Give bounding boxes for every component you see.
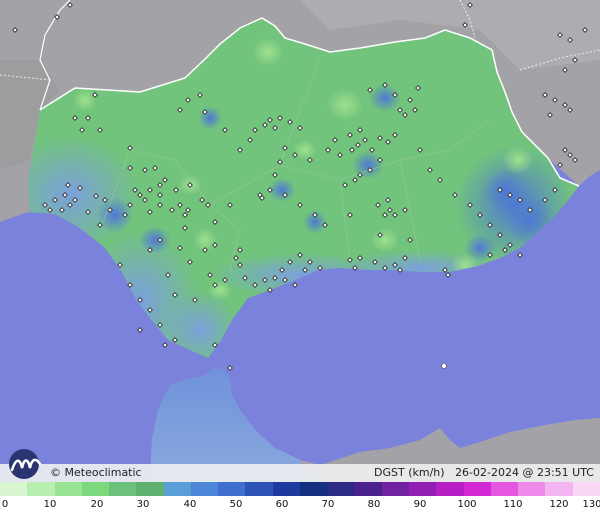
legend-swatch <box>545 482 573 496</box>
legend-tick-label: 60 <box>275 499 289 510</box>
legend-swatch <box>518 482 546 496</box>
legend-swatch <box>354 482 382 496</box>
legend-swatch <box>136 482 164 496</box>
legend-swatch <box>54 482 82 496</box>
legend-tick-label: 90 <box>413 499 427 510</box>
legend-tick-label: 50 <box>229 499 243 510</box>
copyright-label: © Meteoclimatic <box>50 466 142 479</box>
legend-tick-label: 0 <box>1 499 9 510</box>
legend-tick-label: 30 <box>136 499 150 510</box>
legend-swatch <box>218 482 246 496</box>
legend-swatch <box>163 482 191 496</box>
legend-swatch <box>190 482 219 496</box>
legend-swatch <box>381 482 409 496</box>
legend-swatch <box>0 482 28 496</box>
legend-swatch <box>27 482 55 496</box>
legend-swatch <box>81 482 110 496</box>
legend-swatch <box>572 482 600 496</box>
legend-swatch <box>436 482 464 496</box>
legend-tick-label: 130 <box>582 499 600 510</box>
legend-swatch <box>490 482 519 496</box>
legend-tick-label: 110 <box>503 499 523 510</box>
legend-tick-label: 120 <box>549 499 569 510</box>
variable-label: DGST (km/h) <box>374 466 445 479</box>
legend-tick-label: 40 <box>183 499 197 510</box>
color-scale-legend: 0 10 20 30 40 50 60 70 80 90 100 110 120 130 <box>0 482 600 517</box>
map-caption: DGST (km/h) 26-02-2024 @ 23:51 UTC <box>374 466 594 480</box>
legend-tick-label: 70 <box>321 499 335 510</box>
legend-swatch <box>327 482 355 496</box>
legend-swatch <box>245 482 273 496</box>
legend-tick-label: 10 <box>43 499 57 510</box>
legend-tick-label: 20 <box>90 499 104 510</box>
legend-swatch <box>272 482 300 496</box>
timestamp-label: 26-02-2024 @ 23:51 UTC <box>455 466 594 479</box>
legend-swatch <box>463 482 491 496</box>
legend-tick-label: 100 <box>457 499 477 510</box>
legend-swatch <box>299 482 328 496</box>
meteoclimatic-logo-icon <box>9 449 42 479</box>
wind-gust-map[interactable] <box>0 0 600 482</box>
legend-swatch <box>109 482 137 496</box>
station-marker-icon[interactable] <box>441 363 447 369</box>
legend-color-bar <box>0 482 600 496</box>
legend-swatch <box>408 482 437 496</box>
map-viewport: © Meteoclimatic DGST (km/h) 26-02-2024 @… <box>0 0 600 517</box>
legend-tick-label: 80 <box>367 499 381 510</box>
